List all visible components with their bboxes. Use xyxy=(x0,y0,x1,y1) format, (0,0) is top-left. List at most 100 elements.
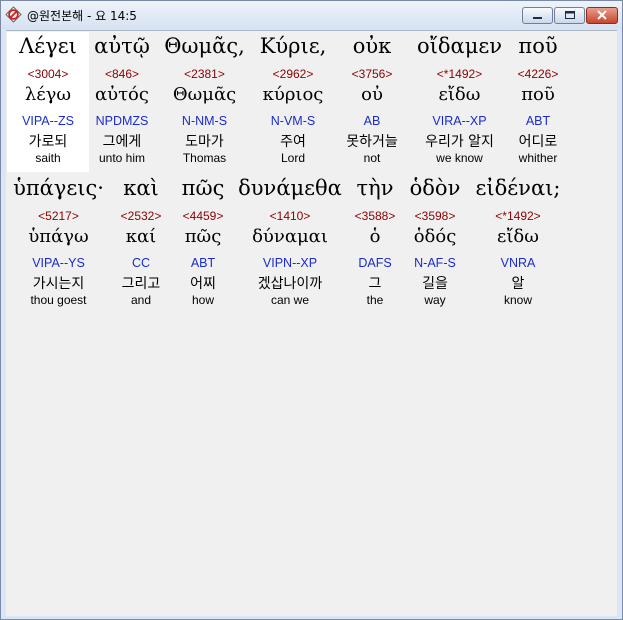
parsing-code: AB xyxy=(363,114,381,128)
english-gloss: way xyxy=(424,293,446,307)
word-entry[interactable]: ὑπάγεις· <5217> ὑπάγω VIPA--YS 가시는지 thou… xyxy=(7,174,110,314)
strong-number: <846> xyxy=(104,67,140,81)
greek-word: πῶς xyxy=(181,176,225,200)
word-entry[interactable]: δυνάμεθα <1410> δύναμαι VIPN--XP 겠삽나이까 c… xyxy=(235,174,345,314)
word-entry[interactable]: τὴν <3588> ὁ DAFS 그 the xyxy=(346,174,404,314)
korean-gloss: 어디로 xyxy=(518,134,558,150)
korean-gloss: 알 xyxy=(511,276,525,292)
parsing-code: VIPN--XP xyxy=(262,256,318,270)
minimize-icon xyxy=(533,17,542,19)
english-gloss: and xyxy=(130,293,152,307)
strong-number: <4226> xyxy=(517,67,559,81)
parsing-code: N-AF-S xyxy=(414,256,456,270)
english-gloss: we know xyxy=(436,151,483,165)
lemma: εἴδω xyxy=(438,84,481,105)
no-entry-sign-icon[interactable] xyxy=(5,6,22,23)
parsing-code: CC xyxy=(131,256,151,270)
greek-word: ὑπάγεις· xyxy=(13,176,104,200)
greek-word: οἴδαμεν xyxy=(417,34,502,58)
parsing-code: NPDMZS xyxy=(95,114,149,128)
word-entry[interactable]: καὶ <2532> καί CC 그리고 and xyxy=(111,174,171,314)
strong-number: <1410> xyxy=(269,209,311,223)
lemma: πῶς xyxy=(184,226,222,247)
lemma: κύριος xyxy=(262,84,324,105)
greek-word: εἰδέναι; xyxy=(475,176,561,200)
greek-word: ποῦ xyxy=(518,34,558,58)
lemma: ὁδός xyxy=(413,226,457,247)
parsing-code: ABT xyxy=(525,114,551,128)
word-entry[interactable]: πῶς <4459> πῶς ABT 어찌 how xyxy=(172,174,234,314)
word-entry[interactable]: αὐτῷ <846> αὐτός NPDMZS 그에게 unto him xyxy=(89,32,155,172)
app-window: @원전본해 - 요 14:5 Λέγει <3004> λέγω VIPA--Z… xyxy=(0,0,623,620)
korean-gloss: 길을 xyxy=(422,276,448,292)
english-gloss: know xyxy=(503,293,532,307)
window-title: @원전본해 - 요 14:5 xyxy=(27,9,137,23)
lemma: ὁ xyxy=(369,226,381,247)
korean-gloss: 겠삽나이까 xyxy=(257,276,323,292)
word-entry[interactable]: οὐκ <3756> οὐ AB 못하거늘 not xyxy=(333,32,411,172)
interlinear-panel[interactable]: Λέγει <3004> λέγω VIPA--ZS 가로되 saith αὐτ… xyxy=(6,30,617,616)
strong-number: <2532> xyxy=(120,209,162,223)
greek-word: Κύριε, xyxy=(259,34,327,58)
korean-gloss: 주여 xyxy=(280,134,306,150)
maximize-button[interactable] xyxy=(554,7,585,24)
strong-number: <5217> xyxy=(38,209,79,223)
strong-number: <3598> xyxy=(414,209,456,223)
lemma: καί xyxy=(125,226,157,247)
close-button[interactable] xyxy=(586,7,618,24)
title-bar[interactable]: @원전본해 - 요 14:5 xyxy=(1,1,622,29)
word-entry[interactable]: ὁδὸν <3598> ὁδός N-AF-S 길을 way xyxy=(405,174,465,314)
greek-word: αὐτῷ xyxy=(94,34,150,58)
english-gloss: unto him xyxy=(98,151,146,165)
parsing-code: DAFS xyxy=(358,256,392,270)
korean-gloss: 우리가 알지 xyxy=(425,134,494,150)
lemma: Θωμᾶς xyxy=(172,84,237,105)
lemma: αὐτός xyxy=(95,84,149,105)
parsing-code: N-NM-S xyxy=(181,114,228,128)
strong-number: <3588> xyxy=(354,209,396,223)
word-entry[interactable]: ποῦ <4226> ποῦ ABT 어디로 whither xyxy=(508,32,568,172)
english-gloss: Thomas xyxy=(182,151,227,165)
korean-gloss: 그에게 xyxy=(102,134,142,150)
greek-word: τὴν xyxy=(356,176,394,200)
word-entry[interactable]: Θωμᾶς, <2381> Θωμᾶς N-NM-S 도마가 Thomas xyxy=(156,32,253,172)
greek-word: καὶ xyxy=(123,176,159,200)
lemma: λέγω xyxy=(24,84,72,105)
korean-gloss: 어찌 xyxy=(190,276,216,292)
word-entry[interactable]: Λέγει <3004> λέγω VIPA--ZS 가로되 saith xyxy=(7,32,89,172)
korean-gloss: 가시는지 xyxy=(32,276,85,292)
parsing-code: VIPA--ZS xyxy=(22,114,74,128)
greek-word: Λέγει xyxy=(19,34,77,58)
parsing-code: VNRA xyxy=(500,256,536,270)
word-entry[interactable]: εἰδέναι; <*1492> εἴδω VNRA 알 know xyxy=(468,174,568,314)
word-entry[interactable]: οἴδαμεν <*1492> εἴδω VIRA--XP 우리가 알지 we … xyxy=(412,32,507,172)
english-gloss: how xyxy=(191,293,214,307)
strong-number: <*1492> xyxy=(495,209,541,223)
english-gloss: can we xyxy=(270,293,310,307)
korean-gloss: 가로되 xyxy=(28,134,68,150)
english-gloss: whither xyxy=(518,151,558,165)
lemma: εἴδω xyxy=(497,226,539,247)
greek-word: Θωμᾶς, xyxy=(164,34,245,58)
lemma: ποῦ xyxy=(521,84,555,105)
word-entry[interactable]: Κύριε, <2962> κύριος N-VM-S 주여 Lord xyxy=(254,32,332,172)
parsing-code: VIRA--XP xyxy=(432,114,487,128)
lemma: δύναμαι xyxy=(252,226,328,247)
parsing-code: N-VM-S xyxy=(270,114,316,128)
maximize-icon xyxy=(565,11,575,19)
parsing-code: VIPA--YS xyxy=(32,256,85,270)
lemma: οὐ xyxy=(361,84,383,105)
parsing-code: ABT xyxy=(190,256,216,270)
greek-word: ὁδὸν xyxy=(409,176,461,200)
english-gloss: thou goest xyxy=(30,293,87,307)
strong-number: <4459> xyxy=(182,209,224,223)
strong-number: <3004> xyxy=(27,67,69,81)
greek-word: οὐκ xyxy=(352,34,392,58)
korean-gloss: 그리고 xyxy=(121,276,161,292)
close-icon xyxy=(597,10,607,20)
strong-number: <2962> xyxy=(272,67,314,81)
english-gloss: Lord xyxy=(280,151,306,165)
minimize-button[interactable] xyxy=(522,7,553,24)
strong-number: <*1492> xyxy=(436,67,483,81)
korean-gloss: 못하거늘 xyxy=(346,134,398,150)
